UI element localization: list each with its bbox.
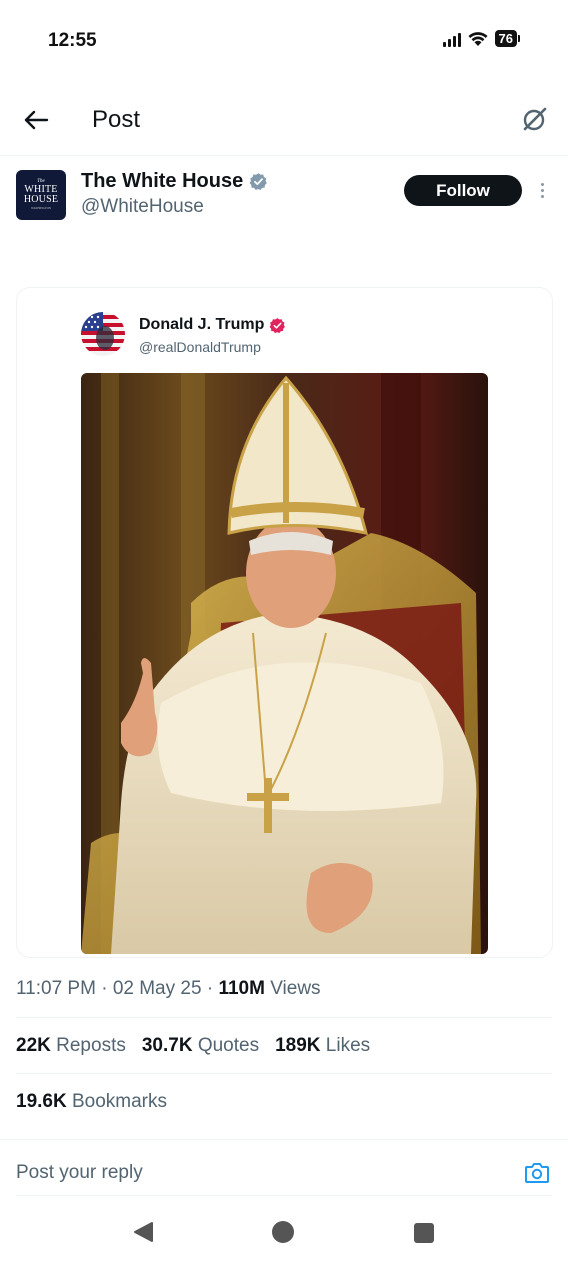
divider [16,1073,552,1074]
bookmarks-stat[interactable]: 19.6K Bookmarks [16,1091,167,1113]
post-timestamp: 11:07 PM · 02 May 25 · 110M Views [16,978,321,999]
back-button[interactable] [18,102,54,138]
author-handle[interactable]: @WhiteHouse [81,196,204,218]
camera-button[interactable] [522,1158,552,1188]
author-name[interactable]: The White House [81,170,268,193]
verified-badge-icon [249,173,268,190]
post-image[interactable] [81,373,488,954]
signal-icon [442,31,461,47]
battery-icon: 76 [494,30,520,47]
avatar[interactable]: The WHITE HOUSE WASHINGTON [16,170,66,220]
nav-home-icon[interactable] [272,1221,294,1243]
follow-button[interactable]: Follow [404,175,522,206]
embedded-author-name[interactable]: Donald J. Trump [139,316,286,334]
more-dots-icon [540,182,544,186]
nav-back-icon[interactable] [132,1221,154,1243]
likes-stat[interactable]: 189K Likes [275,1035,370,1057]
embedded-avatar[interactable] [81,312,125,356]
post-author: The WHITE HOUSE WASHINGTON The White Hou… [16,168,552,228]
views-count: 110M [218,978,265,999]
verified-badge-icon [269,317,286,333]
views-label: Views [270,978,321,999]
reply-bar [0,1140,568,1196]
embedded-author-handle[interactable]: @realDonaldTrump [139,339,261,355]
post-header: Post [0,84,568,156]
quotes-stat[interactable]: 30.7K Quotes [142,1035,259,1057]
page-title: Post [92,106,141,133]
reply-input[interactable] [16,1162,496,1184]
wifi-icon [468,31,488,46]
status-time: 12:55 [48,30,97,51]
post-date: 02 May 25 [112,978,202,999]
status-bar: 12:55 76 [0,0,568,84]
arrow-left-icon [24,110,49,130]
post-time: 11:07 PM [16,978,96,999]
flag-portrait-icon [81,312,125,356]
divider [16,1017,552,1018]
nav-recents-icon[interactable] [414,1223,434,1243]
grok-button[interactable] [516,102,552,138]
reposts-stat[interactable]: 22K Reposts [16,1035,126,1057]
system-nav-bar [0,1196,568,1264]
embedded-post-card[interactable]: Donald J. Trump @realDonaldTrump [16,287,553,958]
battery-level: 76 [494,30,517,47]
status-icons: 76 [442,30,520,47]
camera-icon [525,1163,549,1183]
more-options-button[interactable] [534,178,550,202]
pope-portrait-image [81,373,488,954]
grok-icon [523,107,547,131]
post-stats: 22K Reposts 30.7K Quotes 189K Likes [16,1035,370,1057]
